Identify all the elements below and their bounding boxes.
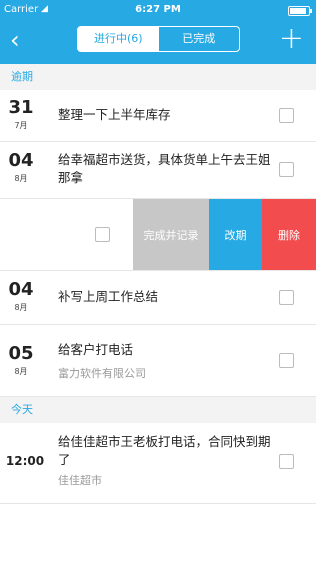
task-time: 12:00	[5, 454, 45, 468]
task-checkbox[interactable]	[95, 227, 110, 242]
task-checkbox[interactable]	[279, 290, 294, 305]
task-checkbox[interactable]	[279, 108, 294, 123]
task-row[interactable]: 05 8月 给客户打电话 富力软件有限公司	[0, 325, 316, 397]
battery-icon	[288, 6, 312, 16]
task-title: 整理一下上半年库存	[58, 107, 171, 122]
reschedule-button[interactable]: 改期	[209, 199, 262, 270]
task-month: 8月	[14, 174, 28, 183]
nav-bar: ‹ 进行中(6) 已完成 +	[0, 20, 316, 64]
section-header-today: 今天	[0, 397, 316, 423]
task-date: 31 7月	[0, 98, 42, 131]
tab-in-progress[interactable]: 进行中(6)	[78, 27, 159, 51]
task-row-swiped[interactable]: 完成并记录 改期 删除	[0, 199, 316, 271]
tab-completed[interactable]: 已完成	[159, 27, 240, 51]
add-plus-icon[interactable]: +	[279, 24, 304, 54]
task-client: 佳佳超市	[58, 474, 102, 487]
task-date: 04 8月	[0, 151, 42, 184]
task-month: 8月	[14, 303, 28, 312]
task-date: 04 8月	[0, 280, 42, 313]
task-title: 给客户打电话	[58, 342, 134, 357]
task-day: 04	[8, 150, 34, 171]
back-chevron-icon[interactable]: ‹	[10, 28, 20, 52]
section-header-overdue: 逾期	[0, 64, 316, 90]
task-day: 31	[8, 97, 34, 118]
task-checkbox[interactable]	[279, 353, 294, 368]
task-date: 05 8月	[0, 344, 42, 377]
task-client: 富力软件有限公司	[58, 367, 146, 380]
task-title: 补写上周工作总结	[58, 289, 159, 304]
status-bar: Carrier ◢ 6:27 PM	[0, 0, 316, 20]
status-time: 6:27 PM	[135, 4, 181, 15]
task-title: 给幸福超市送货，具体货单上午去王姐那拿	[58, 152, 271, 185]
task-month: 7月	[14, 121, 28, 130]
task-row[interactable]: 12:00 给佳佳超市王老板打电话，合同快到期了 佳佳超市	[0, 423, 316, 504]
task-day: 05	[8, 343, 34, 364]
task-row[interactable]: 04 8月 补写上周工作总结	[0, 271, 316, 325]
task-checkbox[interactable]	[279, 454, 294, 469]
task-row[interactable]: 04 8月 给幸福超市送货，具体货单上午去王姐那拿	[0, 142, 316, 199]
delete-button[interactable]: 删除	[262, 199, 316, 270]
task-day: 04	[8, 279, 34, 300]
task-date: 12:00	[4, 454, 46, 468]
task-checkbox[interactable]	[279, 162, 294, 177]
complete-and-record-button[interactable]: 完成并记录	[133, 199, 209, 270]
task-month: 8月	[14, 367, 28, 376]
status-segmented-control: 进行中(6) 已完成	[77, 26, 240, 52]
task-title: 给佳佳超市王老板打电话，合同快到期了	[58, 434, 271, 467]
task-row[interactable]: 31 7月 整理一下上半年库存	[0, 90, 316, 142]
